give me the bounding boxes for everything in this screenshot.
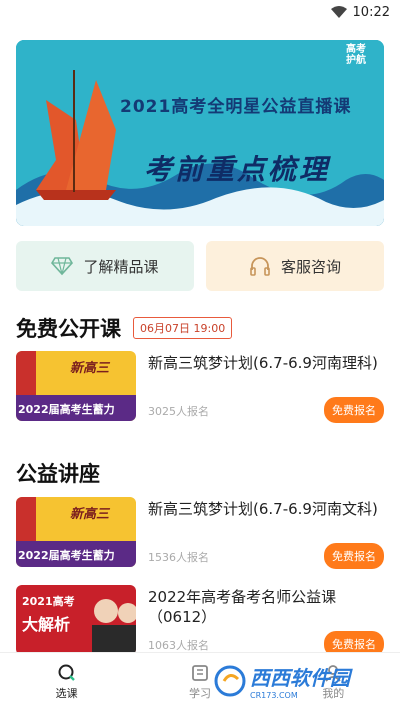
search-icon xyxy=(58,664,75,681)
watermark-sub: CR173.COM xyxy=(250,691,298,700)
watermark-logo-icon xyxy=(214,665,246,697)
course-title: 新高三筑梦计划(6.7-6.9河南文科) xyxy=(148,500,378,518)
course-thumbnail: 新高三 2022届高考生蓄力 xyxy=(16,497,136,567)
nav-select-course[interactable]: 选课 xyxy=(0,653,133,710)
banner-title: 2021高考全明星公益直播课 xyxy=(120,97,352,117)
free-signup-button[interactable]: 免费报名 xyxy=(324,543,384,569)
course-enroll-count: 1063人报名 xyxy=(148,639,209,652)
course-title: 2022年高考备考名师公益课（0612） xyxy=(148,588,337,626)
headphones-icon xyxy=(250,257,270,276)
customer-service-label: 客服咨询 xyxy=(280,257,341,276)
course-item[interactable]: 新高三 2022届高考生蓄力 新高三筑梦计划(6.7-6.9河南文科) 1536… xyxy=(16,497,384,569)
wifi-icon xyxy=(330,6,347,18)
date-tag: 06月07日 19:00 xyxy=(133,317,233,339)
banner-logo: 高考护航 xyxy=(346,44,366,66)
thumb-bottom-text: 大解析 xyxy=(22,615,71,634)
watermark-text: 西西软件园 xyxy=(250,666,350,690)
promo-banner[interactable]: 2021高考全明星公益直播课 考前重点梳理 高考护航 xyxy=(16,40,384,226)
course-item[interactable]: 2021高考 大解析 2022年高考备考名师公益课（0612） 1063人报名 … xyxy=(16,585,384,657)
status-time: 10:22 xyxy=(352,4,390,20)
public-section-title: 公益讲座 xyxy=(16,462,100,486)
thumb-top-text: 新高三 xyxy=(70,361,110,376)
banner-subtitle: 考前重点梳理 xyxy=(144,153,331,186)
thumb-bottom-text: 2022届高考生蓄力 xyxy=(18,403,115,416)
premium-course-label: 了解精品课 xyxy=(83,257,159,276)
course-enroll-count: 1536人报名 xyxy=(148,551,209,564)
diamond-icon xyxy=(51,257,74,276)
nav-label: 学习 xyxy=(188,686,211,700)
thumb-top-text: 新高三 xyxy=(70,507,110,522)
premium-course-card[interactable]: 了解精品课 xyxy=(16,241,194,291)
banner-art xyxy=(16,40,384,226)
public-section-header: 公益讲座 xyxy=(16,458,100,488)
free-signup-button[interactable]: 免费报名 xyxy=(324,397,384,423)
thumb-bottom-text: 2022届高考生蓄力 xyxy=(18,549,115,562)
course-title: 新高三筑梦计划(6.7-6.9河南理科) xyxy=(148,354,378,372)
status-bar: 10:22 xyxy=(0,0,400,24)
quick-cards: 了解精品课 客服咨询 xyxy=(16,241,384,291)
course-thumbnail: 新高三 2022届高考生蓄力 xyxy=(16,351,136,421)
customer-service-card[interactable]: 客服咨询 xyxy=(206,241,384,291)
book-icon xyxy=(192,664,208,681)
nav-label: 选课 xyxy=(55,686,78,700)
course-item[interactable]: 新高三 2022届高考生蓄力 新高三筑梦计划(6.7-6.9河南理科) 3025… xyxy=(16,351,384,423)
course-thumbnail: 2021高考 大解析 xyxy=(16,585,136,655)
site-watermark: 西西软件园 CR173.COM xyxy=(214,663,384,700)
free-section-title: 免费公开课 xyxy=(16,317,121,341)
free-section-header: 免费公开课 06月07日 19:00 xyxy=(16,313,233,343)
thumb-top-text: 2021高考 xyxy=(22,595,75,608)
course-enroll-count: 3025人报名 xyxy=(148,405,209,418)
